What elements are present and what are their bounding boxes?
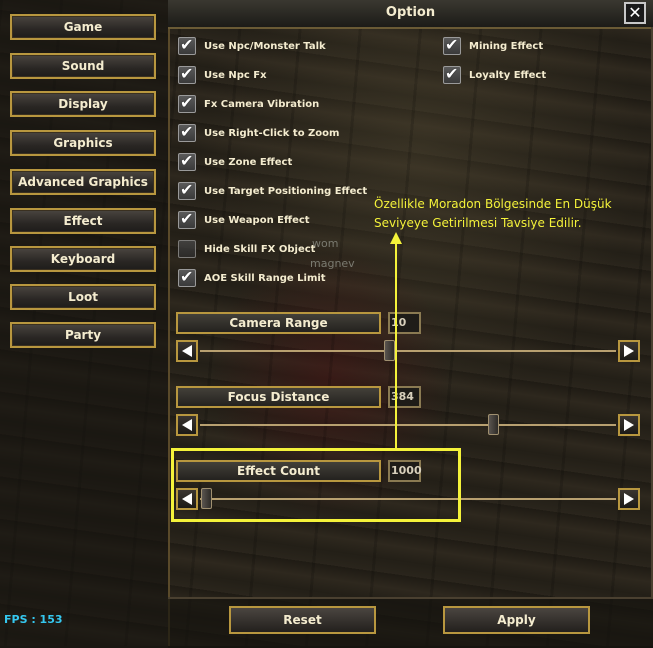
camera-range-left-arrow-icon[interactable] [176, 340, 198, 362]
sidebar-item-display[interactable]: Display [10, 91, 156, 117]
window-titlebar: Option [168, 0, 653, 29]
sidebar-item-graphics[interactable]: Graphics [10, 130, 156, 156]
option-sidebar: Game Sound Display Graphics Advanced Gra… [0, 0, 170, 646]
checkbox-npc-fx[interactable]: ✔ [178, 64, 196, 84]
checkbox-weapon-effect[interactable]: ✔ [178, 209, 196, 229]
sidebar-item-advanced-graphics[interactable]: Advanced Graphics [10, 169, 156, 195]
annotation-text: Özellikle Moradon Bölgesinde En Düşük Se… [374, 195, 612, 233]
checkbox-target-positioning-effect[interactable]: ✔ [178, 180, 196, 200]
option-label: Use Zone Effect [204, 157, 293, 168]
reset-button[interactable]: Reset [229, 606, 376, 634]
option-label: Use Target Positioning Effect [204, 186, 368, 197]
focus-distance-slider-thumb[interactable] [488, 414, 499, 435]
window-title: Option [385, 5, 436, 20]
option-label: Use Npc Fx [204, 70, 267, 81]
checkbox-npc-monster-talk[interactable]: ✔ [178, 35, 196, 55]
checkbox-zone-effect[interactable]: ✔ [178, 151, 196, 171]
checkbox-mining-effect[interactable]: ✔ [443, 35, 461, 55]
checkbox-aoe-skill-range-limit[interactable]: ✔ [178, 267, 196, 287]
check-icon: ✔ [445, 64, 459, 83]
check-icon: ✔ [180, 151, 194, 170]
check-icon: ✔ [180, 180, 194, 199]
close-icon[interactable]: ✕ [624, 2, 646, 24]
option-label: Hide Skill FX Object [204, 244, 316, 255]
annotation-highlight-box [171, 448, 461, 522]
check-icon: ✔ [445, 35, 459, 54]
option-label: Use Right-Click to Zoom [204, 128, 340, 139]
sidebar-item-keyboard[interactable]: Keyboard [10, 246, 156, 272]
camera-range-track [200, 350, 616, 352]
focus-distance-left-arrow-icon[interactable] [176, 414, 198, 436]
camera-range-label: Camera Range [176, 312, 381, 334]
option-label: Loyalty Effect [469, 70, 547, 81]
check-icon: ✔ [180, 64, 194, 83]
focus-distance-right-arrow-icon[interactable] [618, 414, 640, 436]
checkbox-loyalty-effect[interactable]: ✔ [443, 64, 461, 84]
effect-count-right-arrow-icon[interactable] [618, 488, 640, 510]
option-label: AOE Skill Range Limit [204, 273, 326, 284]
option-label: Mining Effect [469, 41, 544, 52]
sidebar-item-loot[interactable]: Loot [10, 284, 156, 310]
option-label: Use Weapon Effect [204, 215, 310, 226]
fps-counter: FPS : 153 [4, 613, 63, 626]
check-icon: ✔ [180, 93, 194, 112]
camera-range-right-arrow-icon[interactable] [618, 340, 640, 362]
focus-distance-label: Focus Distance [176, 386, 381, 408]
checkbox-hide-skill-fx[interactable] [178, 240, 196, 258]
sidebar-item-sound[interactable]: Sound [10, 53, 156, 79]
checkbox-right-click-zoom[interactable]: ✔ [178, 122, 196, 142]
apply-button[interactable]: Apply [443, 606, 590, 634]
checkbox-fx-camera-vibration[interactable]: ✔ [178, 93, 196, 113]
check-icon: ✔ [180, 209, 194, 228]
annotation-line: Seviyeye Getirilmesi Tavsiye Edilir. [374, 216, 582, 230]
sidebar-item-party[interactable]: Party [10, 322, 156, 348]
focus-distance-track [200, 424, 616, 426]
annotation-arrow-icon [390, 232, 402, 450]
check-icon: ✔ [180, 267, 194, 286]
option-label: Use Npc/Monster Talk [204, 41, 326, 52]
check-icon: ✔ [180, 122, 194, 141]
check-icon: ✔ [180, 35, 194, 54]
sidebar-item-effect[interactable]: Effect [10, 208, 156, 234]
sidebar-item-game[interactable]: Game [10, 14, 156, 40]
option-label: Fx Camera Vibration [204, 99, 320, 110]
annotation-line: Özellikle Moradon Bölgesinde En Düşük [374, 197, 612, 211]
